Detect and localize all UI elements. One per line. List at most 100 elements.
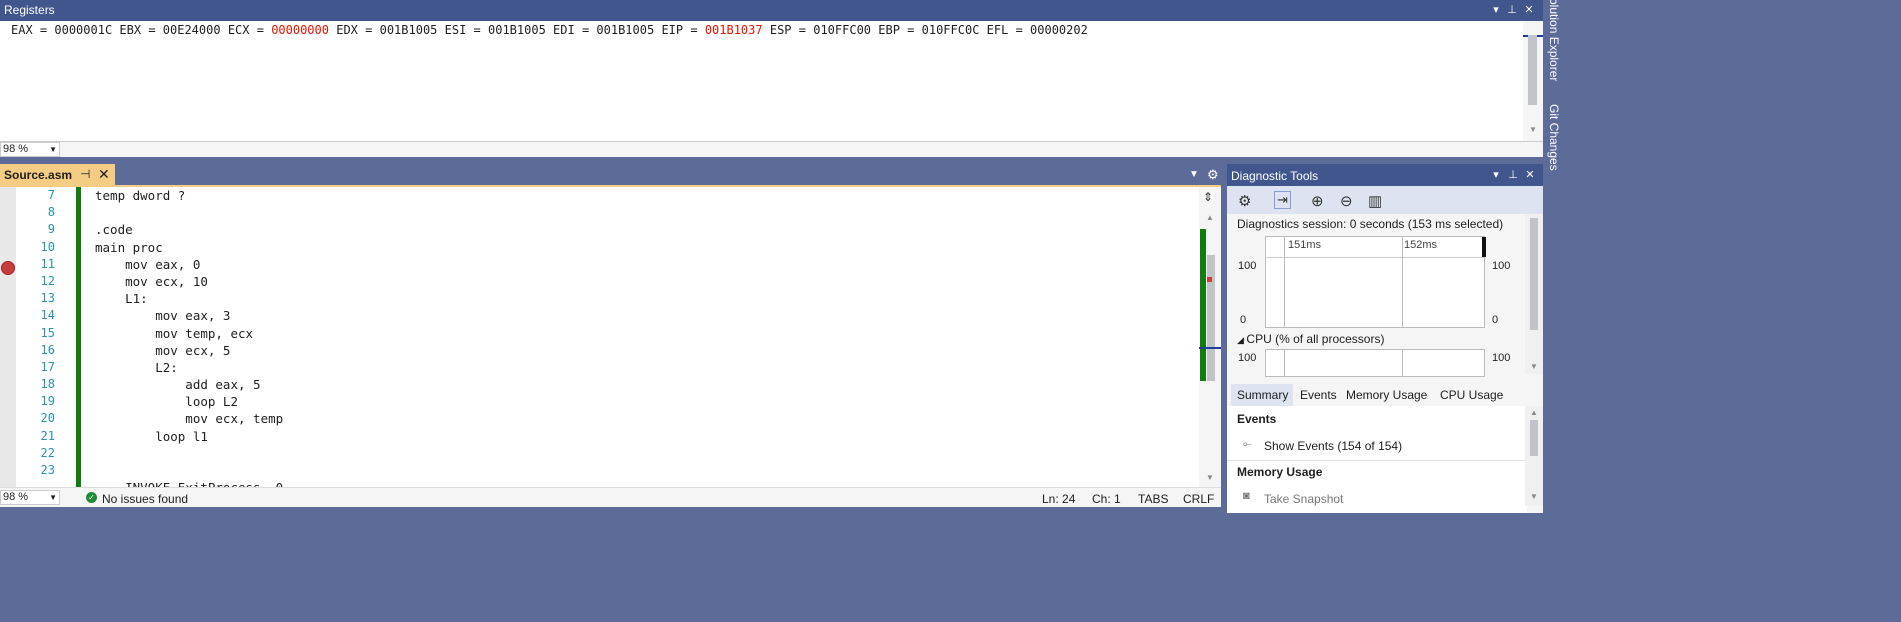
line-ending[interactable]: CRLF	[1183, 492, 1214, 506]
code-line[interactable]: add eax, 5	[95, 376, 283, 393]
register-value[interactable]: 001B1005	[380, 23, 438, 37]
registers-body[interactable]: EAX = 0000001C EBX = 00E24000 ECX = 0000…	[0, 21, 1543, 141]
divider	[1227, 460, 1527, 461]
chevron-down-icon[interactable]: ▼	[1189, 169, 1199, 180]
scroll-thumb[interactable]	[1530, 218, 1538, 330]
code-line[interactable]: mov ecx, 10	[95, 273, 283, 290]
select-tool-icon[interactable]: ⇥	[1274, 191, 1291, 209]
cpu-graph[interactable]	[1265, 349, 1485, 377]
scroll-up-icon[interactable]: ▲	[1206, 213, 1214, 222]
collapse-icon[interactable]: ◢	[1237, 335, 1246, 345]
code-line[interactable]	[95, 445, 283, 462]
pin-icon[interactable]: ⊥	[1505, 2, 1519, 18]
zoom-in-icon[interactable]: ⊕	[1311, 192, 1324, 210]
summary-scrollbar[interactable]: ▲ ▼	[1525, 406, 1543, 506]
register-value[interactable]: 00000000	[271, 23, 329, 37]
breakpoint-gutter[interactable]	[0, 187, 16, 487]
pin-icon[interactable]: ⊣	[80, 167, 90, 181]
code-line[interactable]: loop l1	[95, 428, 283, 445]
diagnostic-tools-title-bar: Diagnostic Tools ▾ ⊥ ✕	[1227, 164, 1543, 186]
close-icon[interactable]: ✕	[98, 166, 110, 183]
divider	[1402, 350, 1403, 376]
line-indicator[interactable]: Ln: 24	[1042, 492, 1075, 506]
cpu-label[interactable]: ◢ CPU (% of all processors)	[1237, 332, 1384, 346]
tab-solution-explorer[interactable]: Solution Explorer	[1547, 0, 1561, 81]
register-label: ESP	[769, 23, 792, 37]
tab-source-asm[interactable]: Source.asm ⊣ ✕	[0, 164, 115, 186]
tab-git-changes[interactable]: Git Changes	[1547, 104, 1561, 171]
line-number: 20	[40, 411, 55, 426]
link-icon: ⟜	[1243, 438, 1252, 450]
scroll-down-icon[interactable]: ▼	[1530, 492, 1538, 501]
breakpoint-icon[interactable]	[1, 261, 15, 275]
editor-scrollbar[interactable]: ⇕ ▲ ▼	[1199, 187, 1221, 487]
register-value[interactable]: 00000202	[1030, 23, 1088, 37]
code-line[interactable]: L2:	[95, 359, 283, 376]
close-icon[interactable]: ✕	[1522, 2, 1536, 18]
code-line[interactable]: mov eax, 0	[95, 256, 283, 273]
editor-zoom-select[interactable]: 98 % ▼	[0, 490, 60, 505]
zoom-out-icon[interactable]: ⊖	[1340, 192, 1353, 210]
code-editor[interactable]: 7 8 9 10 11 12 13 14 15 16 17 18 19 20 21 22 23 temp dwo…	[0, 187, 1221, 487]
show-events-link[interactable]: Show Events (154 of 154)	[1264, 439, 1402, 453]
code-line[interactable]	[95, 204, 283, 221]
scroll-down-icon[interactable]: ▼	[1206, 473, 1214, 482]
line-number: 18	[40, 377, 55, 392]
scroll-thumb[interactable]	[1528, 35, 1537, 105]
divider	[1402, 237, 1403, 327]
chart-icon[interactable]: ▥	[1368, 192, 1382, 210]
tab-summary[interactable]: Summary	[1237, 388, 1288, 402]
issues-status[interactable]: No issues found	[102, 492, 188, 506]
indent-mode[interactable]: TABS	[1138, 492, 1168, 506]
divider	[1284, 350, 1285, 376]
settings-icon[interactable]: ⚙	[1238, 192, 1251, 210]
register-value[interactable]: 0000001C	[54, 23, 112, 37]
chevron-down-icon: ▼	[49, 145, 57, 154]
register-value[interactable]: 001B1005	[488, 23, 546, 37]
code-line[interactable]: temp dword ?	[95, 187, 283, 204]
scroll-thumb[interactable]	[1207, 255, 1215, 381]
line-number: 21	[40, 428, 55, 443]
code-line[interactable]: mov eax, 3	[95, 307, 283, 324]
code-line[interactable]: main proc	[95, 239, 283, 256]
code-line[interactable]	[95, 462, 283, 479]
code-line[interactable]: mov ecx, 5	[95, 342, 283, 359]
code-text[interactable]: temp dword ? .code main proc mov eax, 0 mo…	[95, 187, 283, 487]
column-indicator[interactable]: Ch: 1	[1092, 492, 1121, 506]
code-line[interactable]: mov temp, ecx	[95, 325, 283, 342]
scroll-down-icon[interactable]: ▼	[1529, 125, 1537, 134]
register-value[interactable]: 010FFC00	[813, 23, 871, 37]
tab-events[interactable]: Events	[1300, 388, 1337, 402]
take-snapshot-button[interactable]: Take Snapshot	[1264, 492, 1343, 506]
line-number: 12	[40, 273, 55, 288]
diagnostic-scrollbar[interactable]: ▼	[1525, 214, 1543, 374]
close-icon[interactable]: ✕	[1523, 167, 1537, 183]
dropdown-icon[interactable]: ▾	[1489, 167, 1503, 183]
gear-icon[interactable]: ⚙	[1207, 167, 1219, 183]
register-value[interactable]: 001B1037	[705, 23, 763, 37]
code-line[interactable]: .code	[95, 221, 283, 238]
registers-scrollbar[interactable]: ▼	[1523, 21, 1543, 141]
line-number: 15	[40, 325, 55, 340]
code-line[interactable]: L1:	[95, 290, 283, 307]
scroll-down-icon[interactable]: ▼	[1530, 362, 1538, 371]
register-value[interactable]: 001B1005	[596, 23, 654, 37]
scroll-thumb[interactable]	[1530, 420, 1538, 456]
timeline-graph[interactable]: 151ms 152ms	[1265, 236, 1486, 328]
tab-cpu-usage[interactable]: CPU Usage	[1440, 388, 1503, 402]
code-line[interactable]: mov ecx, temp	[95, 410, 283, 427]
register-value[interactable]: 010FFC0C	[922, 23, 980, 37]
registers-zoom-select[interactable]: 98 % ▼	[0, 142, 60, 157]
equals-sign: =	[249, 23, 272, 37]
split-icon[interactable]: ⇕	[1203, 190, 1213, 204]
code-line[interactable]: loop L2	[95, 393, 283, 410]
scroll-up-icon[interactable]: ▲	[1530, 408, 1538, 417]
memory-usage-header: Memory Usage	[1237, 465, 1323, 479]
pin-icon[interactable]: ⊥	[1506, 167, 1520, 183]
dropdown-icon[interactable]: ▾	[1489, 2, 1503, 18]
tab-memory-usage[interactable]: Memory Usage	[1346, 388, 1427, 402]
code-line[interactable]: INVOKE ExitProcess, 0	[95, 479, 283, 487]
register-value[interactable]: 00E24000	[163, 23, 221, 37]
registers-title-bar: Registers ▾ ⊥ ✕	[0, 0, 1543, 21]
